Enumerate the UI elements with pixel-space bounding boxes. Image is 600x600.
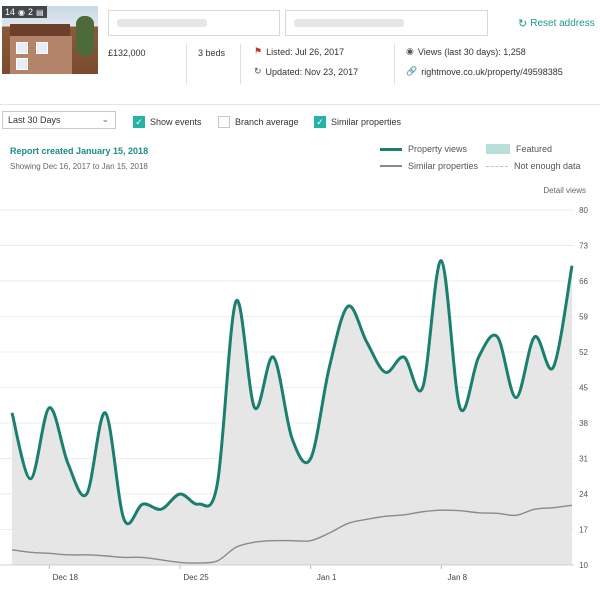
y-tick-label: 59 [579,313,588,322]
clock-icon: ↻ [254,66,262,76]
updated-date: ↻ Updated: Nov 23, 2017 [254,66,358,77]
y-tick-label: 24 [579,490,588,499]
legend-featured-label: Featured [516,144,553,154]
property-link[interactable]: 🔗 rightmove.co.uk/property/49598385 [406,66,563,77]
reset-address-button[interactable]: ↻ Reset address [518,17,595,30]
photo-window [16,58,28,70]
views-chart: 10 17 24 31 38 45 52 59 66 73 80 Dec 18 Dec 25 Jan 1 J… [0,206,589,582]
address-line-2-field[interactable] [285,10,488,36]
eye-icon: ◉ [406,46,414,56]
photo-window [36,42,48,54]
y-tick-label: 80 [579,206,588,215]
checkbox-empty-icon[interactable] [218,116,230,128]
legend-not-enough-label: Not enough data [514,161,581,171]
property-views-area [12,260,572,565]
report-title: Report created January 15, 2018 [10,146,149,156]
y-tick-label: 73 [579,242,588,251]
similar-properties-checkbox[interactable]: ✓ Similar properties [314,116,401,128]
legend-line-swatch [380,147,402,151]
address-line-1-field[interactable] [108,10,280,36]
photo-tree [76,16,94,56]
photo-window [16,42,28,54]
y-tick-label: 10 [579,561,588,570]
views-chart-card: Report created January 15, 2018 Showing … [0,134,600,600]
y-tick-label: 38 [579,419,588,428]
similar-properties-label: Similar properties [331,117,402,127]
legend-not-enough: Not enough data [486,161,581,171]
branch-average-checkbox[interactable]: Branch average [218,116,299,128]
flag-icon: ⚑ [254,46,263,56]
updated-date-text: Updated: Nov 23, 2017 [265,66,359,77]
views-count: ◉ Views (last 30 days): 1,258 [406,46,526,57]
legend-featured: Featured [486,144,552,154]
price-value: £132,000 [108,48,146,58]
photo-roof [10,24,70,36]
property-header: 14 ◉ 2 ▤ ↻ Reset address £132,000 3 beds… [0,0,600,100]
y-tick-label: 17 [579,526,588,535]
legend-similar-label: Similar properties [408,161,479,171]
show-events-label: Show events [150,117,202,127]
legend-property-views: Property views [380,144,467,154]
camera-icon: ◉ [18,7,25,17]
floorplan-icon: ▤ [36,7,44,17]
property-url[interactable]: rightmove.co.uk/property/49598385 [421,67,563,77]
report-subtitle: Showing Dec 16, 2017 to Jan 15, 2018 [10,162,148,171]
price: £132,000 [108,48,146,58]
x-tick-label: Jan 8 [448,573,468,582]
y-axis-label: Detail views [543,186,586,195]
date-range-select[interactable]: Last 30 Days ⌄ [2,111,116,129]
y-tick-label: 45 [579,384,588,393]
redacted-text [117,19,207,27]
x-tick-label: Dec 25 [183,573,209,582]
y-tick-label: 66 [579,277,588,286]
legend-similar: Similar properties [380,161,478,171]
floorplan-count: 2 [28,7,34,17]
refresh-icon: ↻ [518,18,528,30]
listed-date: ⚑ Listed: Jul 26, 2017 [254,46,344,57]
reset-address-label: Reset address [530,18,595,29]
link-icon: 🔗 [406,66,418,76]
checkbox-checked-icon[interactable]: ✓ [133,116,145,128]
legend-dashed-swatch [486,165,508,167]
photo-count-badge: 14 ◉ 2 ▤ [2,6,47,18]
x-tick-label: Jan 1 [317,573,337,582]
chart-toolbar: Last 30 Days ⌄ ✓ Show events Branch aver… [0,104,600,134]
bedrooms: 3 beds [198,48,225,58]
x-tick-label: Dec 18 [53,573,79,582]
beds-value: 3 beds [198,48,226,58]
show-events-checkbox[interactable]: ✓ Show events [133,116,202,128]
photo-count: 14 [5,7,16,17]
y-tick-label: 52 [579,348,588,357]
listed-date-text: Listed: Jul 26, 2017 [266,46,345,57]
y-tick-label: 31 [579,455,588,464]
divider [186,44,187,84]
legend-featured-swatch [486,144,510,154]
chevron-down-icon: ⌄ [101,114,109,124]
divider [240,44,241,84]
legend-property-views-label: Property views [408,144,468,154]
redacted-text [294,19,404,27]
views-count-text: Views (last 30 days): 1,258 [417,46,526,57]
date-range-value: Last 30 Days [8,115,61,125]
branch-average-label: Branch average [235,117,299,127]
divider [394,44,395,84]
property-photo[interactable]: 14 ◉ 2 ▤ [2,6,98,74]
checkbox-checked-icon[interactable]: ✓ [314,116,326,128]
legend-similar-swatch [380,165,402,167]
